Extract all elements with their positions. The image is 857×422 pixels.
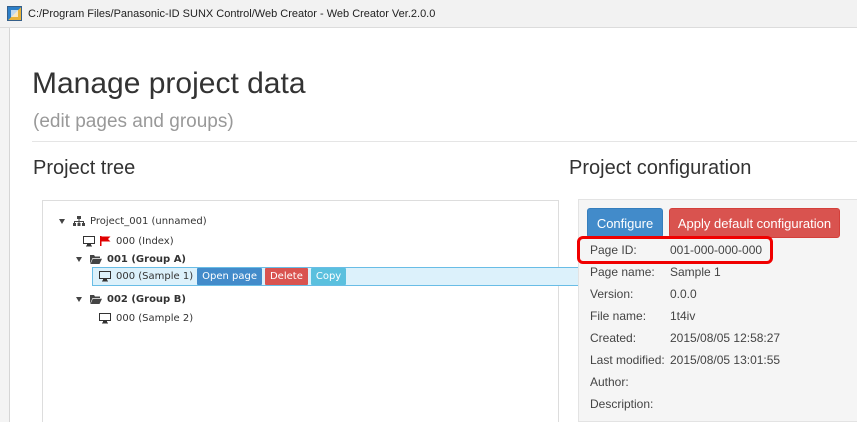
tree-item-sample-1[interactable]: 000 (Sample 1) Open page Delete Copy <box>99 267 349 286</box>
field-label: Last modified: <box>590 353 665 367</box>
project-tree-panel: Project_001 (unnamed) 000 (Index) 001 (G… <box>42 200 589 422</box>
apply-default-configuration-button[interactable]: Apply default configuration <box>669 208 840 238</box>
open-page-button[interactable]: Open page <box>197 268 262 285</box>
field-value: Sample 1 <box>670 265 721 279</box>
field-value: 0.0.0 <box>670 287 697 301</box>
tree-root-label: Project_001 (unnamed) <box>90 215 207 227</box>
flag-icon <box>100 236 111 246</box>
folder-open-icon <box>90 254 102 264</box>
header-divider <box>32 141 857 142</box>
tree-item-label: 000 (Index) <box>116 235 174 247</box>
app-icon <box>7 6 22 21</box>
page-id-highlight <box>577 236 773 264</box>
tree-group-label: 001 (Group A) <box>107 253 187 265</box>
info-row-author: Author: <box>590 373 629 391</box>
tree-item-index[interactable]: 000 (Index) <box>83 232 174 250</box>
info-row-file-name: File name: 1t4iv <box>590 307 695 325</box>
monitor-icon <box>99 271 111 282</box>
info-row-page-name: Page name: Sample 1 <box>590 263 721 281</box>
tree-item-sample-2[interactable]: 000 (Sample 2) <box>99 309 193 327</box>
page-title: Manage project data <box>32 67 306 100</box>
tree-item-label: 000 (Sample 2) <box>116 312 194 324</box>
configure-button[interactable]: Configure <box>587 208 663 238</box>
field-label: Page name: <box>590 265 655 279</box>
copy-button[interactable]: Copy <box>310 268 347 285</box>
tree-root-node[interactable]: Project_001 (unnamed) <box>59 212 207 230</box>
window-title: C:/Program Files/Panasonic-ID SUNX Contr… <box>28 7 436 20</box>
sitemap-icon <box>73 215 85 227</box>
tree-group-label: 002 (Group B) <box>107 293 186 305</box>
info-row-version: Version: 0.0.0 <box>590 285 697 303</box>
field-label: Created: <box>590 331 637 345</box>
field-label: Author: <box>590 375 629 389</box>
info-row-created: Created: 2015/08/05 12:58:27 <box>590 329 780 347</box>
window-titlebar: C:/Program Files/Panasonic-ID SUNX Contr… <box>0 0 857 28</box>
tree-item-label: 000 (Sample 1) <box>116 271 194 282</box>
field-value: 2015/08/05 13:01:55 <box>670 353 781 367</box>
field-value: 1t4iv <box>670 309 696 323</box>
expand-caret-icon[interactable] <box>76 256 82 262</box>
field-label: File name: <box>590 309 647 323</box>
field-label: Version: <box>590 287 634 301</box>
project-configuration-heading: Project configuration <box>569 157 752 179</box>
monitor-icon <box>83 235 95 247</box>
delete-button[interactable]: Delete <box>264 268 308 285</box>
expand-caret-icon[interactable] <box>59 218 65 224</box>
info-row-description: Description: <box>590 395 653 413</box>
monitor-icon <box>99 312 111 324</box>
info-row-last-modified: Last modified: 2015/08/05 13:01:55 <box>590 351 780 369</box>
project-tree-heading: Project tree <box>33 157 136 179</box>
tree-group-a[interactable]: 001 (Group A) <box>76 250 186 268</box>
field-value: 2015/08/05 12:58:27 <box>670 331 781 345</box>
expand-caret-icon[interactable] <box>76 296 82 302</box>
page-subtitle: (edit pages and groups) <box>33 111 234 132</box>
field-label: Description: <box>590 397 654 411</box>
tree-group-b[interactable]: 002 (Group B) <box>76 290 186 308</box>
folder-open-icon <box>90 294 102 304</box>
window-left-border <box>0 28 10 422</box>
